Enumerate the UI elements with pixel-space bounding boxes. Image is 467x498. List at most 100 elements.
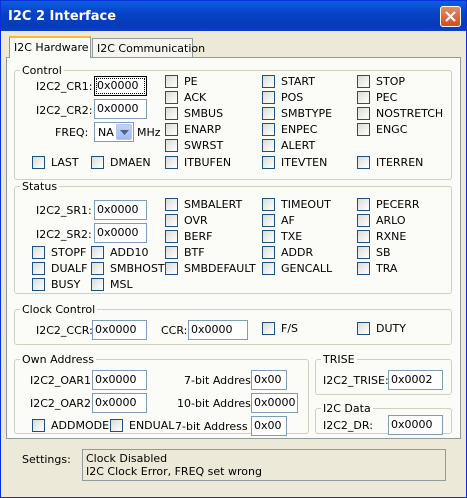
checkbox-box[interactable] [165,75,178,88]
checkbox-box[interactable] [357,322,370,335]
checkbox-pos[interactable]: POS [262,91,303,105]
checkbox-tra[interactable]: TRA [357,262,397,276]
checkbox-box[interactable] [110,419,123,432]
checkbox-iterren[interactable]: ITERREN [357,156,423,170]
checkbox-ovr[interactable]: OVR [165,214,208,228]
checkbox-box[interactable] [357,214,370,227]
ccr-field[interactable]: 0x0000 [92,320,147,340]
checkbox-box[interactable] [357,198,370,211]
checkbox-engc[interactable]: ENGC [357,123,407,137]
checkbox-dualf[interactable]: DUALF [32,262,88,276]
sr1-field[interactable]: 0x0000 [94,200,147,220]
checkbox-box[interactable] [32,262,45,275]
checkbox-box[interactable] [91,156,104,169]
checkbox-box[interactable] [262,91,275,104]
dropdown-button[interactable] [116,124,132,140]
dr-field[interactable]: 0x0000 [388,415,443,435]
checkbox-box[interactable] [357,246,370,259]
checkbox-smbdefault[interactable]: SMBDEFAULT [165,262,256,276]
checkbox-box[interactable] [91,262,104,275]
oar2-field[interactable]: 0x0000 [92,393,147,413]
checkbox-box[interactable] [165,230,178,243]
checkbox-addmode[interactable]: ADDMODE [32,419,109,433]
checkbox-box[interactable] [165,156,178,169]
checkbox-box[interactable] [32,278,45,291]
checkbox-box[interactable] [165,107,178,120]
checkbox-box[interactable] [165,214,178,227]
checkbox-box[interactable] [262,139,275,152]
checkbox-box[interactable] [262,123,275,136]
checkbox-sb[interactable]: SB [357,246,391,260]
checkbox-box[interactable] [165,262,178,275]
checkbox-stop[interactable]: STOP [357,75,405,89]
cr2-field[interactable]: 0x0000 [94,99,147,119]
checkbox-txe[interactable]: TXE [262,230,302,244]
checkbox-box[interactable] [357,230,370,243]
checkbox-nostretch[interactable]: NOSTRETCH [357,107,443,121]
checkbox-fs[interactable]: F/S [262,322,298,336]
checkbox-pec[interactable]: PEC [357,91,397,105]
checkbox-smbalert[interactable]: SMBALERT [165,198,242,212]
checkbox-box[interactable] [357,75,370,88]
freq-select[interactable]: NA [94,122,134,142]
checkbox-box[interactable] [262,322,275,335]
checkbox-last[interactable]: LAST [32,156,79,170]
checkbox-box[interactable] [357,262,370,275]
checkbox-box[interactable] [91,246,104,259]
checkbox-alert[interactable]: ALERT [262,139,315,153]
checkbox-af[interactable]: AF [262,214,295,228]
checkbox-addr[interactable]: ADDR [262,246,313,260]
checkbox-itbufen[interactable]: ITBUFEN [165,156,231,170]
checkbox-box[interactable] [165,139,178,152]
trise-field[interactable]: 0x0002 [388,370,443,390]
checkbox-ack[interactable]: ACK [165,91,206,105]
checkbox-box[interactable] [165,198,178,211]
checkbox-box[interactable] [262,156,275,169]
checkbox-duty[interactable]: DUTY [357,322,406,336]
checkbox-box[interactable] [262,230,275,243]
checkbox-box[interactable] [262,262,275,275]
checkbox-box[interactable] [262,107,275,120]
oar1-field[interactable]: 0x0000 [92,370,147,390]
checkbox-box[interactable] [262,246,275,259]
checkbox-endual[interactable]: ENDUAL [110,419,174,433]
checkbox-timeout[interactable]: TIMEOUT [262,198,331,212]
checkbox-smbus[interactable]: SMBUS [165,107,223,121]
checkbox-box[interactable] [165,246,178,259]
checkbox-add10[interactable]: ADD10 [91,246,148,260]
checkbox-swrst[interactable]: SWRST [165,139,223,153]
checkbox-gencall[interactable]: GENCALL [262,262,332,276]
checkbox-enarp[interactable]: ENARP [165,123,221,137]
checkbox-pecerr[interactable]: PECERR [357,198,420,212]
checkbox-box[interactable] [357,156,370,169]
checkbox-box[interactable] [262,214,275,227]
addr10-field[interactable]: 0x0000 [251,393,298,413]
sr2-field[interactable]: 0x0000 [94,223,147,243]
checkbox-berf[interactable]: BERF [165,230,212,244]
checkbox-arlo[interactable]: ARLO [357,214,406,228]
checkbox-box[interactable] [262,75,275,88]
checkbox-smbhost[interactable]: SMBHOST [91,262,165,276]
checkbox-pe[interactable]: PE [165,75,198,89]
checkbox-box[interactable] [32,156,45,169]
checkbox-rxne[interactable]: RXNE [357,230,406,244]
checkbox-box[interactable] [357,91,370,104]
checkbox-box[interactable] [91,278,104,291]
checkbox-box[interactable] [165,123,178,136]
checkbox-btf[interactable]: BTF [165,246,205,260]
checkbox-smbtype[interactable]: SMBTYPE [262,107,332,121]
checkbox-msl[interactable]: MSL [91,278,133,292]
checkbox-box[interactable] [357,107,370,120]
title-bar[interactable]: I2C 2 Interface [1,1,466,31]
checkbox-box[interactable] [262,198,275,211]
checkbox-box[interactable] [32,246,45,259]
ccr2-field[interactable]: 0x0000 [188,320,248,340]
addr7-field[interactable]: 0x00 [251,370,287,390]
cr1-field[interactable]: 0x0000 [94,76,147,96]
tab-i2c-communication[interactable]: I2C Communication [92,38,205,58]
checkbox-box[interactable] [357,123,370,136]
checkbox-box[interactable] [32,419,45,432]
checkbox-enpec[interactable]: ENPEC [262,123,317,137]
checkbox-stopf[interactable]: STOPF [32,246,86,260]
addr7b-field[interactable]: 0x00 [251,416,287,436]
